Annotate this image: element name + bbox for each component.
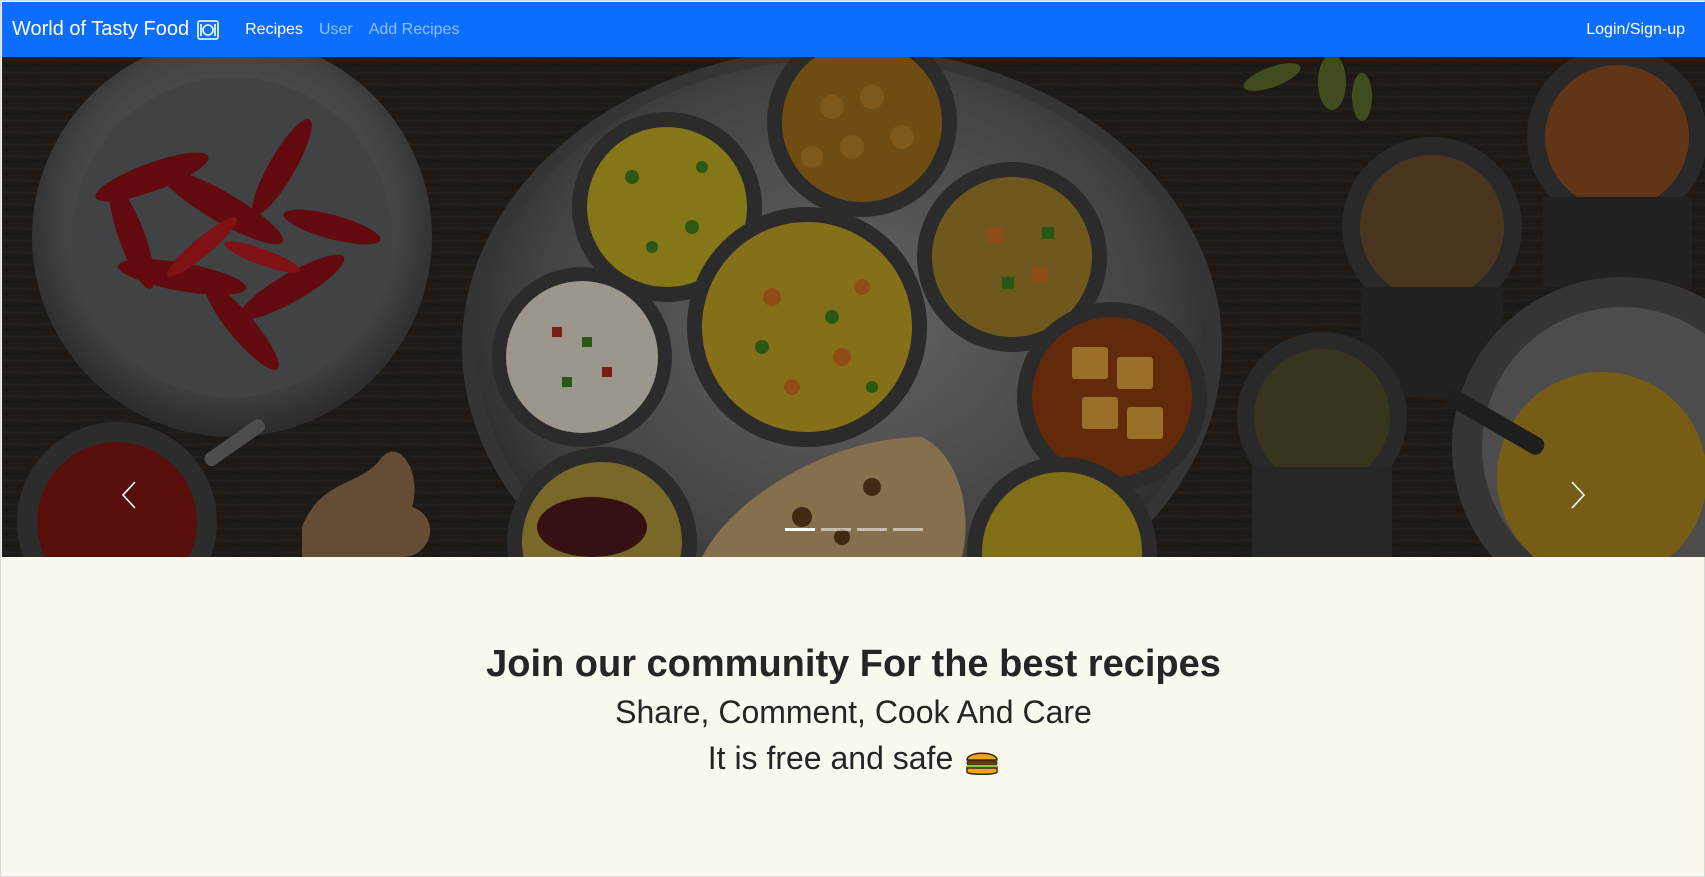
food-thali-image	[2, 57, 1705, 557]
plate-utensils-icon	[197, 19, 219, 41]
community-section: Join our community For the best recipes …	[1, 641, 1705, 781]
nav-link-add-recipes[interactable]: Add Recipes	[369, 21, 460, 39]
carousel-prev-button[interactable]	[109, 472, 149, 522]
carousel-indicator-3[interactable]	[857, 528, 887, 531]
page: World of Tasty Food Recipes User Add Rec…	[0, 0, 1705, 877]
carousel-next-button[interactable]	[1558, 472, 1598, 522]
brand-title: World of Tasty Food	[12, 18, 190, 40]
community-tagline: It is free and safe	[707, 740, 954, 776]
nav-link-user[interactable]: User	[319, 21, 353, 39]
chevron-right-icon	[1569, 480, 1587, 515]
carousel-indicator-4[interactable]	[893, 528, 923, 531]
community-tagline-row: It is free and safe	[708, 735, 999, 781]
community-heading: Join our community For the best recipes	[486, 643, 1221, 685]
hero-carousel	[2, 57, 1705, 557]
carousel-indicator-1[interactable]	[785, 528, 815, 531]
login-signup-link[interactable]: Login/Sign-up	[1586, 21, 1685, 39]
brand-link[interactable]: World of Tasty Food	[12, 18, 219, 41]
nav-link-recipes[interactable]: Recipes	[245, 21, 303, 39]
chevron-left-icon	[120, 480, 138, 515]
nav-links: Recipes User Add Recipes	[245, 21, 475, 39]
hamburger-icon	[965, 743, 999, 775]
carousel-indicators	[785, 528, 929, 531]
community-subheading: Share, Comment, Cook And Care	[615, 694, 1092, 730]
navbar: World of Tasty Food Recipes User Add Rec…	[2, 2, 1705, 57]
carousel-indicator-2[interactable]	[821, 528, 851, 531]
